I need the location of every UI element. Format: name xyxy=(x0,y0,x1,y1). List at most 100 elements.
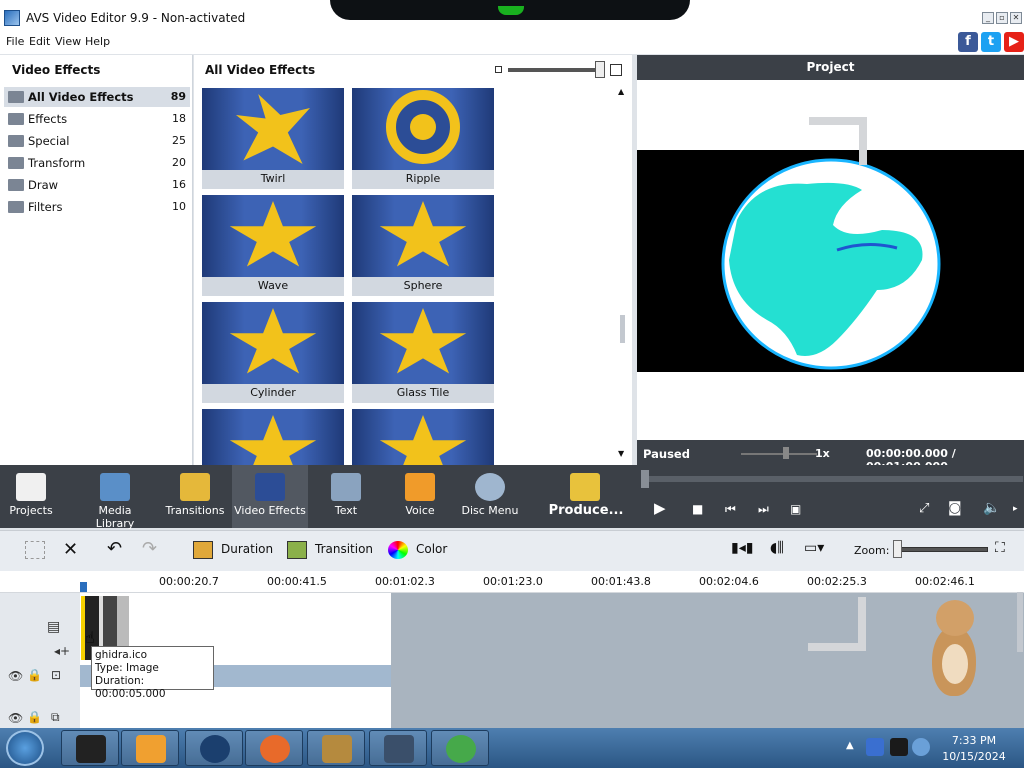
start-button[interactable] xyxy=(6,730,44,766)
duration-button[interactable]: Duration xyxy=(221,542,273,556)
volume-icon[interactable]: 🔈 xyxy=(983,500,1000,516)
split-icon[interactable]: ▮◂▮ xyxy=(731,540,753,556)
audio-mixer-icon[interactable]: ◖⫼ xyxy=(770,540,784,556)
scroll-up-icon[interactable]: ▲ xyxy=(618,87,624,96)
video-effects-button[interactable]: Video Effects xyxy=(232,465,308,528)
visibility-eye-icon[interactable]: 👁 xyxy=(8,669,23,683)
effect-thumbnail[interactable]: Cylinder xyxy=(202,302,344,403)
restore-button[interactable]: ▫ xyxy=(996,12,1008,24)
timeline-toolbar: ✕ ↶ ↷ Duration Transition Color ▮◂▮ ◖⫼ ▭… xyxy=(0,530,1024,571)
taskbar-app-globe[interactable] xyxy=(185,730,243,766)
system-clock[interactable]: 7:33 PM 10/15/2024 xyxy=(934,733,1014,765)
category-filters[interactable]: Filters 10 xyxy=(4,197,190,217)
category-panel-title: Video Effects xyxy=(12,63,101,77)
menu-help[interactable]: Help xyxy=(85,35,110,48)
effect-thumbnail[interactable]: Ripple xyxy=(352,88,494,189)
thumbnail-size-slider[interactable] xyxy=(508,68,600,72)
zoom-slider[interactable] xyxy=(896,547,988,552)
tray-expand-icon[interactable]: ▲ xyxy=(846,740,854,751)
text-button[interactable]: Text xyxy=(316,465,376,528)
effect-thumbnail[interactable]: Glass Tile xyxy=(352,302,494,403)
lock-icon[interactable]: 🔒 xyxy=(27,668,42,682)
previous-frame-icon[interactable]: ⏮ xyxy=(725,502,736,517)
menu-file[interactable]: File xyxy=(6,35,24,48)
minimize-button[interactable]: _ xyxy=(982,12,994,24)
seek-handle[interactable] xyxy=(641,470,649,488)
category-effects[interactable]: Effects 18 xyxy=(4,109,190,129)
taskbar-app-firefox[interactable] xyxy=(245,730,303,766)
snapshot-frame-icon[interactable]: ▣ xyxy=(790,502,801,516)
thumbnail-size-handle[interactable] xyxy=(595,61,605,78)
star-icon xyxy=(379,415,467,465)
timeline-scrollbar[interactable] xyxy=(1016,572,1024,722)
scrollbar-thumb[interactable] xyxy=(620,315,625,343)
timeline-ruler[interactable]: 00:00:20.7 00:00:41.5 00:01:02.3 00:01:2… xyxy=(0,571,1024,593)
category-label: Filters xyxy=(28,200,63,214)
playhead-marker[interactable] xyxy=(80,582,87,592)
taskbar-app-windows[interactable] xyxy=(431,730,489,766)
effect-thumbnail[interactable] xyxy=(202,409,344,465)
effect-thumbnail[interactable]: Wave xyxy=(202,195,344,296)
fit-timeline-icon[interactable]: ⛶ xyxy=(995,540,1005,556)
disc-menu-button[interactable]: Disc Menu xyxy=(458,465,522,528)
play-icon[interactable]: ▶ xyxy=(654,499,666,517)
camera-icon[interactable]: ◙ xyxy=(948,500,962,516)
effect-thumbnail[interactable]: Twirl xyxy=(202,88,344,189)
twirl-icon xyxy=(236,94,310,164)
sync-tray-icon[interactable] xyxy=(912,738,930,756)
transitions-button[interactable]: Transitions xyxy=(164,465,226,528)
media-library-button[interactable]: Media Library xyxy=(78,465,152,530)
next-frame-icon[interactable]: ⏭ xyxy=(758,502,769,517)
duration-icon[interactable] xyxy=(193,541,213,559)
speed-slider-handle[interactable] xyxy=(783,447,789,459)
color-button[interactable]: Color xyxy=(416,542,447,556)
audio-track-icon[interactable]: ◂+ xyxy=(54,644,70,658)
scrollbar-thumb[interactable] xyxy=(1017,592,1023,652)
effect-thumbnail[interactable]: Sphere xyxy=(352,195,494,296)
voice-button[interactable]: Voice xyxy=(390,465,450,528)
small-thumbnail-icon[interactable] xyxy=(495,66,502,73)
fullscreen-icon[interactable]: ⤢ xyxy=(919,501,929,516)
color-wheel-icon[interactable] xyxy=(388,541,408,559)
visibility-eye-icon[interactable]: 👁 xyxy=(8,711,23,725)
taskbar-app-terminal[interactable] xyxy=(61,730,119,766)
taskbar-app-media-player[interactable] xyxy=(121,730,179,766)
seek-bar[interactable] xyxy=(643,476,1023,482)
menu-view[interactable]: View xyxy=(55,35,81,48)
transition-icon[interactable] xyxy=(287,541,307,559)
stop-icon[interactable]: ■ xyxy=(692,502,703,516)
lock-icon[interactable]: 🔒 xyxy=(27,710,42,724)
taskbar-app-avs-video[interactable] xyxy=(369,730,427,766)
effect-label: Cylinder xyxy=(250,386,296,399)
scroll-down-icon[interactable]: ▼ xyxy=(618,449,624,458)
display-settings-icon[interactable]: ▭▾ xyxy=(804,540,824,556)
effect-thumbnail[interactable] xyxy=(352,409,494,465)
facebook-icon[interactable]: f xyxy=(958,32,978,52)
transition-button[interactable]: Transition xyxy=(315,542,373,556)
app-tray-icon[interactable] xyxy=(890,738,908,756)
large-thumbnail-icon[interactable] xyxy=(610,64,622,76)
grid-scrollbar[interactable]: ▲ ▼ xyxy=(618,87,628,461)
menu-bar: File Edit View Help xyxy=(0,30,1024,54)
network-tray-icon[interactable] xyxy=(866,738,884,756)
youtube-icon[interactable]: ▶ xyxy=(1004,32,1024,52)
close-button[interactable]: ✕ xyxy=(1010,12,1022,24)
projects-button[interactable]: Projects xyxy=(0,465,62,528)
undo-icon[interactable]: ↶ xyxy=(107,538,122,559)
social-links: f t ▶ xyxy=(958,32,1024,52)
menu-edit[interactable]: Edit xyxy=(29,35,50,48)
track-headers: ▤ ◂+ 👁 🔒 ⊡ 👁 🔒 ⧉ xyxy=(0,593,80,728)
category-special[interactable]: Special 25 xyxy=(4,131,190,151)
zoom-slider-handle[interactable] xyxy=(893,540,902,558)
speed-slider[interactable] xyxy=(741,453,817,455)
category-draw[interactable]: Draw 16 xyxy=(4,175,190,195)
taskbar-app-box[interactable] xyxy=(307,730,365,766)
category-transform[interactable]: Transform 20 xyxy=(4,153,190,173)
storyboard-icon[interactable] xyxy=(25,541,45,559)
category-all-video-effects[interactable]: All Video Effects 89 xyxy=(4,87,190,107)
volume-dropdown-icon[interactable]: ▸ xyxy=(1013,504,1018,514)
twitter-icon[interactable]: t xyxy=(981,32,1001,52)
delete-icon[interactable]: ✕ xyxy=(63,539,78,560)
produce-button[interactable]: Produce... xyxy=(548,465,624,528)
redo-icon[interactable]: ↷ xyxy=(142,538,157,559)
